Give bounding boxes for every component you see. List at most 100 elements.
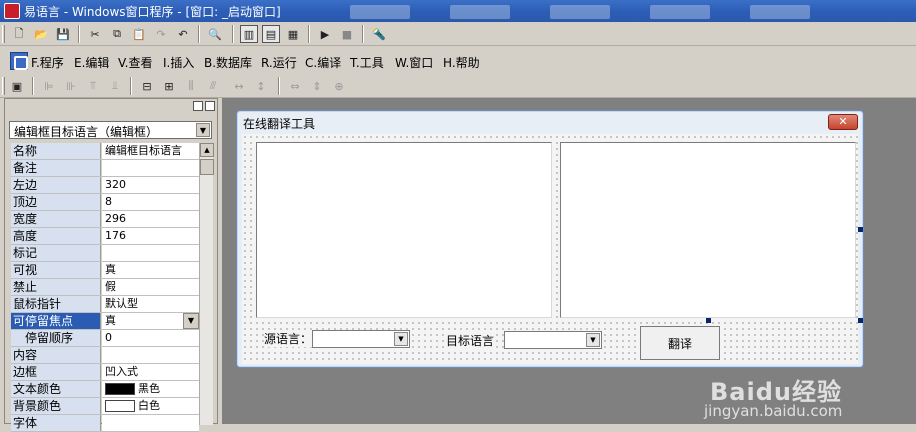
toolbar-grip[interactable] — [2, 25, 5, 43]
chevron-down-icon[interactable]: ▼ — [586, 333, 600, 347]
align-right-icon[interactable]: ⊪ — [62, 77, 80, 95]
property-name: 标记 — [11, 245, 101, 261]
align-left-icon[interactable]: ⊫ — [40, 77, 58, 95]
property-row[interactable]: 宽度 296 — [11, 211, 199, 228]
new-file-icon[interactable]: 🗋 — [10, 25, 28, 43]
scroll-thumb[interactable] — [200, 159, 214, 175]
open-file-icon[interactable]: 📂 — [32, 25, 50, 43]
menu-edit[interactable]: E.编辑 — [74, 54, 109, 71]
chevron-down-icon[interactable]: ▼ — [394, 332, 408, 346]
property-value[interactable] — [102, 415, 199, 431]
layout-view-icon[interactable]: ▥ — [240, 25, 258, 43]
property-value[interactable]: 默认型 — [102, 296, 199, 312]
property-row[interactable]: 背景颜色 白色 — [11, 398, 199, 415]
same-width-icon[interactable]: ⇔ — [286, 77, 304, 95]
equal-height-icon[interactable]: ↕ — [252, 77, 270, 95]
property-name: 高度 — [11, 228, 101, 244]
property-row[interactable]: 顶边 8 — [11, 194, 199, 211]
scroll-up-icon[interactable]: ▲ — [200, 143, 214, 157]
property-row[interactable]: 停留顺序 0 — [11, 330, 199, 347]
same-height-icon[interactable]: ⇕ — [308, 77, 326, 95]
form-client-area[interactable]: 源语言： ▼ 目标语言 ▼ 翻译 — [242, 134, 863, 364]
property-row[interactable]: 可视真 — [11, 262, 199, 279]
panel-close-icon[interactable] — [205, 101, 215, 111]
property-row[interactable]: 左边 320 — [11, 177, 199, 194]
window-view-icon[interactable]: ▦ — [284, 25, 302, 43]
chevron-down-icon[interactable]: ▼ — [183, 313, 199, 329]
resize-handle[interactable] — [858, 318, 863, 323]
property-row[interactable]: 标记 — [11, 245, 199, 262]
menu-program[interactable]: F.程序 — [31, 54, 64, 71]
property-scrollbar[interactable]: ▲ — [199, 143, 214, 425]
panel-pin-icon[interactable] — [193, 101, 203, 111]
source-text-editbox[interactable] — [256, 142, 552, 318]
menu-help[interactable]: H.帮助 — [443, 54, 480, 71]
property-value[interactable]: 真 ▼ — [102, 313, 199, 329]
split-view-icon[interactable]: ▤ — [262, 25, 280, 43]
align-top-icon[interactable]: ⫪ — [84, 77, 102, 95]
paste-icon[interactable]: 📋 — [130, 25, 148, 43]
property-value[interactable]: 8 — [102, 194, 199, 210]
resize-handle[interactable] — [858, 227, 863, 232]
property-value[interactable]: 真 — [102, 262, 199, 278]
space-vertical-icon[interactable]: ⫻ — [204, 77, 222, 95]
menu-database[interactable]: B.数据库 — [204, 54, 252, 71]
translate-button[interactable]: 翻译 — [640, 326, 720, 360]
toolbar-grip[interactable] — [2, 77, 5, 95]
center-horizontal-icon[interactable]: ⊟ — [138, 77, 156, 95]
cut-icon[interactable]: ✂ — [86, 25, 104, 43]
find-icon[interactable]: 🔍 — [206, 25, 224, 43]
chevron-down-icon[interactable]: ▼ — [196, 123, 210, 137]
run-icon[interactable]: ▶ — [316, 25, 334, 43]
align-bottom-icon[interactable]: ⫫ — [106, 77, 124, 95]
space-horizontal-icon[interactable]: ⫼ — [182, 77, 200, 95]
property-value[interactable] — [102, 245, 199, 261]
property-value[interactable]: 白色 — [102, 398, 199, 414]
background-color-swatch — [105, 400, 135, 412]
property-name: 可停留焦点 — [11, 313, 101, 329]
property-row[interactable]: 边框 凹入式 — [11, 364, 199, 381]
menu-insert[interactable]: I.插入 — [163, 54, 194, 71]
property-value[interactable]: 黑色 — [102, 381, 199, 397]
property-value[interactable] — [102, 160, 199, 176]
property-row[interactable]: 高度 176 — [11, 228, 199, 245]
target-text-editbox[interactable] — [560, 142, 856, 318]
property-value[interactable] — [102, 347, 199, 363]
property-value[interactable]: 假 — [102, 279, 199, 295]
menu-view[interactable]: V.查看 — [118, 54, 152, 71]
property-value[interactable]: 凹入式 — [102, 364, 199, 380]
redo-icon[interactable]: ↷ — [152, 25, 170, 43]
property-row-selected[interactable]: 可停留焦点真 ▼ — [11, 313, 199, 330]
close-button[interactable]: ✕ — [828, 114, 858, 130]
undo-icon[interactable]: ↶ — [174, 25, 192, 43]
component-selector[interactable]: 编辑框目标语言（编辑框） ▼ — [9, 121, 212, 139]
property-value[interactable]: 编辑框目标语言 — [102, 143, 199, 159]
debug-icon[interactable]: 🔦 — [370, 25, 388, 43]
save-icon[interactable]: 💾 — [54, 25, 72, 43]
equal-width-icon[interactable]: ↔ — [230, 77, 248, 95]
property-row[interactable]: 文本颜色 黑色 — [11, 381, 199, 398]
resize-handle[interactable] — [706, 318, 711, 323]
target-language-select[interactable]: ▼ — [504, 331, 602, 349]
property-value[interactable]: 0 — [102, 330, 199, 346]
property-value[interactable]: 320 — [102, 177, 199, 193]
menu-window[interactable]: W.窗口 — [395, 54, 433, 71]
center-vertical-icon[interactable]: ⊞ — [160, 77, 178, 95]
stop-icon[interactable]: ■ — [338, 25, 356, 43]
property-value[interactable]: 296 — [102, 211, 199, 227]
program-menu-icon[interactable] — [10, 52, 28, 70]
form-icon[interactable]: ▣ — [8, 77, 26, 95]
property-row[interactable]: 鼠标指针 默认型 — [11, 296, 199, 313]
property-row[interactable]: 备注 — [11, 160, 199, 177]
menu-compile[interactable]: C.编译 — [305, 54, 341, 71]
design-form-window[interactable]: 在线翻译工具 ✕ 源语言： ▼ 目标语言 ▼ 翻译 — [236, 110, 864, 368]
menu-run[interactable]: R.运行 — [261, 54, 297, 71]
property-row[interactable]: 名称 编辑框目标语言 — [11, 143, 199, 160]
source-language-select[interactable]: ▼ — [312, 330, 410, 348]
menu-tools[interactable]: T.工具 — [350, 54, 384, 71]
property-row[interactable]: 禁止假 — [11, 279, 199, 296]
property-value[interactable]: 176 — [102, 228, 199, 244]
property-row[interactable]: 内容 — [11, 347, 199, 364]
copy-icon[interactable]: ⧉ — [108, 25, 126, 43]
same-size-icon[interactable]: ⊕ — [330, 77, 348, 95]
